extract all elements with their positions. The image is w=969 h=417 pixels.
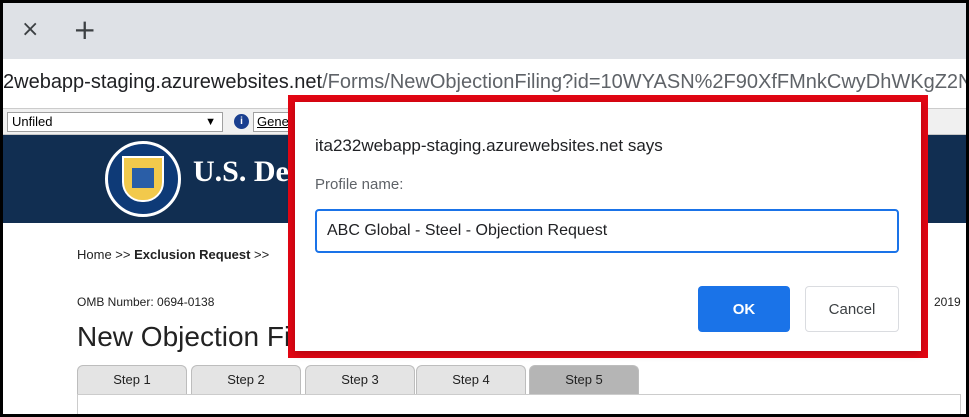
tab-strip: × + bbox=[3, 3, 966, 59]
breadcrumb: Home >> Exclusion Request >> bbox=[77, 247, 269, 262]
cancel-button[interactable]: Cancel bbox=[805, 286, 899, 332]
close-tab-icon[interactable]: × bbox=[21, 19, 39, 41]
chevron-down-icon: ▼ bbox=[205, 116, 216, 128]
breadcrumb-separator: >> bbox=[250, 247, 270, 262]
folder-select-value: Unfiled bbox=[12, 114, 53, 129]
folder-select[interactable]: Unfiled ▼ bbox=[7, 112, 223, 132]
breadcrumb-home[interactable]: Home bbox=[77, 247, 112, 262]
new-tab-icon[interactable]: + bbox=[73, 16, 96, 44]
ok-button[interactable]: OK bbox=[698, 286, 790, 332]
url-path: /Forms/NewObjectionFiling?id=10WYASN%2F9… bbox=[322, 71, 969, 93]
agency-title: U.S. De bbox=[193, 155, 289, 188]
tab-step-4[interactable]: Step 4 bbox=[416, 365, 526, 395]
seal-stripe bbox=[132, 168, 154, 188]
general-button[interactable]: Gener bbox=[253, 112, 293, 132]
info-icon[interactable]: i bbox=[234, 114, 249, 129]
tab-step-2[interactable]: Step 2 bbox=[191, 365, 301, 395]
tab-step-3[interactable]: Step 3 bbox=[305, 365, 415, 395]
profile-name-input[interactable] bbox=[315, 209, 899, 253]
tab-step-5[interactable]: Step 5 bbox=[529, 365, 639, 395]
breadcrumb-exclusion-request[interactable]: Exclusion Request bbox=[134, 247, 250, 262]
page-title: New Objection Fi bbox=[77, 321, 291, 352]
omb-number: OMB Number: 0694-0138 bbox=[77, 295, 215, 309]
breadcrumb-separator: >> bbox=[111, 247, 135, 262]
seal-shield bbox=[122, 156, 164, 202]
screenshot-frame: × + 2webapp-staging.azurewebsites.net/Fo… bbox=[0, 0, 969, 417]
tab-step-1[interactable]: Step 1 bbox=[77, 365, 187, 395]
url-host: 2webapp-staging.azurewebsites.net bbox=[3, 71, 323, 93]
url-text[interactable]: 2webapp-staging.azurewebsites.net/Forms/… bbox=[3, 71, 969, 94]
dialog-title: ita232webapp-staging.azurewebsites.net s… bbox=[315, 136, 663, 155]
prompt-dialog: ita232webapp-staging.azurewebsites.net s… bbox=[295, 102, 921, 351]
profile-name-label: Profile name: bbox=[315, 176, 404, 193]
agency-seal-icon bbox=[105, 141, 181, 217]
expiration-date: 2019 bbox=[934, 295, 961, 309]
step-content-panel bbox=[77, 394, 961, 414]
